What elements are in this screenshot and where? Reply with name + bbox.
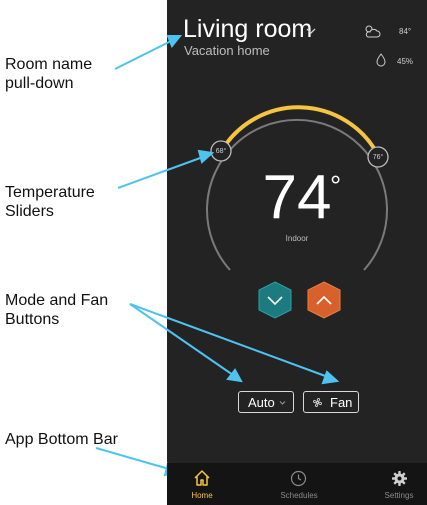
gear-icon[interactable]	[391, 470, 408, 487]
annotation-arrows	[95, 35, 340, 477]
mode-dropdown-button[interactable]: Auto	[238, 391, 294, 413]
chevron-down-icon	[279, 401, 286, 405]
cool-setpoint-value: 76°	[372, 154, 384, 161]
nav-home-label[interactable]: Home	[172, 491, 232, 500]
home-icon[interactable]	[193, 469, 211, 487]
fan-icon	[313, 398, 322, 407]
clock-icon[interactable]	[290, 470, 307, 487]
heat-setpoint-value: 68°	[215, 148, 227, 155]
degree-symbol: °	[330, 170, 342, 201]
current-temperature: 74	[262, 163, 332, 232]
nav-settings-label[interactable]: Settings	[369, 491, 427, 500]
fan-label: Fan	[330, 395, 353, 410]
setpoint-range-arc	[220, 105, 380, 157]
temperature-label: Indoor	[285, 234, 309, 243]
temperature-down-button[interactable]	[258, 281, 292, 319]
nav-schedules-label[interactable]: Schedules	[269, 491, 329, 500]
fan-button[interactable]: Fan	[303, 391, 359, 413]
temperature-up-button[interactable]	[307, 281, 341, 319]
mode-label: Auto	[248, 395, 275, 410]
